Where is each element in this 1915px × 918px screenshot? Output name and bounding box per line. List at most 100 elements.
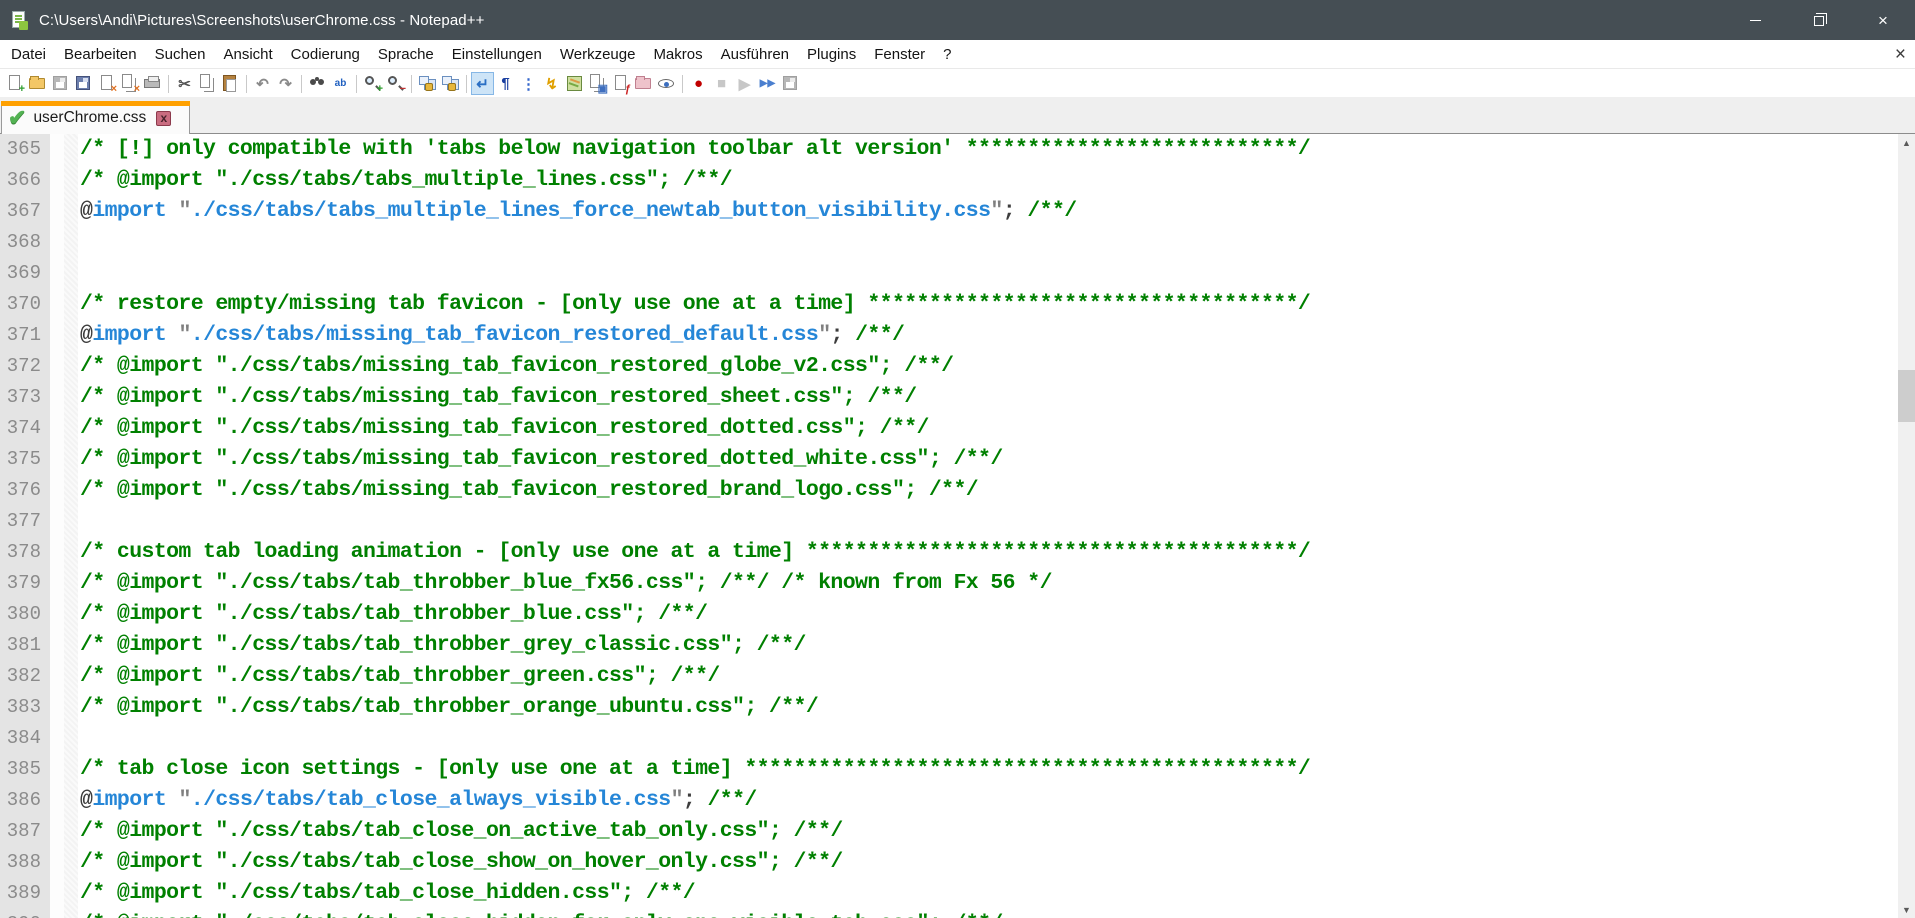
menu-item-datei[interactable]: Datei (2, 40, 55, 69)
code-line-379[interactable]: 379/* @import "./css/tabs/tab_throbber_b… (0, 568, 1898, 599)
menu-item-suchen[interactable]: Suchen (146, 40, 215, 69)
menu-item-einstellungen[interactable]: Einstellungen (443, 40, 551, 69)
user-defined-language-icon[interactable]: ↯ (541, 73, 562, 94)
macro-stop-icon[interactable]: ■ (711, 73, 732, 94)
undo-icon[interactable]: ↶ (252, 73, 273, 94)
menu-item-ansicht[interactable]: Ansicht (214, 40, 281, 69)
code-line-368[interactable]: 368 (0, 227, 1898, 258)
line-number: 382 (0, 661, 50, 692)
tab-userchrome-css[interactable]: ✔ userChrome.css x (1, 101, 190, 134)
toolbar-separator (682, 75, 683, 93)
code-line-373[interactable]: 373/* @import "./css/tabs/missing_tab_fa… (0, 382, 1898, 413)
menu-item-makros[interactable]: Makros (644, 40, 711, 69)
menu-item-codierung[interactable]: Codierung (282, 40, 369, 69)
menu-item-bearbeiten[interactable]: Bearbeiten (55, 40, 146, 69)
code-line-388[interactable]: 388/* @import "./css/tabs/tab_close_show… (0, 847, 1898, 878)
open-file-icon[interactable] (27, 73, 48, 94)
line-number: 381 (0, 630, 50, 661)
code-line-387[interactable]: 387/* @import "./css/tabs/tab_close_on_a… (0, 816, 1898, 847)
code-line-390[interactable]: 390/* @import "./css/tabs/tab_close_hidd… (0, 909, 1898, 918)
print-icon[interactable] (142, 73, 163, 94)
tab-label: userChrome.css (33, 109, 146, 127)
line-number: 368 (0, 227, 50, 258)
code-line-366[interactable]: 366/* @import "./css/tabs/tabs_multiple_… (0, 165, 1898, 196)
toolbar-separator (356, 75, 357, 93)
redo-icon[interactable]: ↷ (275, 73, 296, 94)
code-line-380[interactable]: 380/* @import "./css/tabs/tab_throbber_b… (0, 599, 1898, 630)
zoom-out-icon[interactable]: − (385, 73, 406, 94)
active-tab-accent (1, 101, 190, 106)
menu-item-fenster[interactable]: Fenster (865, 40, 934, 69)
function-list-icon[interactable]: ƒ (610, 73, 631, 94)
close-all-documents-icon[interactable]: × (119, 73, 140, 94)
menu-item-?[interactable]: ? (934, 40, 960, 69)
code-line-372[interactable]: 372/* @import "./css/tabs/missing_tab_fa… (0, 351, 1898, 382)
folder-as-workspace-icon[interactable] (633, 73, 654, 94)
doc-switcher-icon[interactable]: ▣ (587, 73, 608, 94)
menubar-close-document-icon[interactable]: × (1895, 45, 1906, 64)
copy-icon[interactable] (197, 73, 218, 94)
close-button[interactable]: × (1851, 0, 1915, 40)
paste-icon[interactable] (220, 73, 241, 94)
show-all-characters-icon[interactable]: ¶ (495, 73, 516, 94)
replace-icon[interactable]: ab (330, 73, 351, 94)
cut-icon[interactable]: ✂ (174, 73, 195, 94)
word-wrap-icon[interactable]: ↵ (472, 73, 493, 94)
macro-record-icon[interactable]: ● (688, 73, 709, 94)
code-line-382[interactable]: 382/* @import "./css/tabs/tab_throbber_g… (0, 661, 1898, 692)
new-file-icon[interactable]: + (4, 73, 25, 94)
code-line-367[interactable]: 367@import "./css/tabs/tabs_multiple_lin… (0, 196, 1898, 227)
monitoring-icon[interactable] (656, 73, 677, 94)
tab-close-icon[interactable]: x (156, 111, 171, 126)
title-bar: C:\Users\Andi\Pictures\Screenshots\userC… (0, 0, 1915, 40)
scrollbar-thumb[interactable] (1898, 370, 1915, 422)
code-line-375[interactable]: 375/* @import "./css/tabs/missing_tab_fa… (0, 444, 1898, 475)
menu-item-sprache[interactable]: Sprache (369, 40, 443, 69)
saved-check-icon: ✔ (8, 108, 26, 128)
line-number: 369 (0, 258, 50, 289)
code-line-389[interactable]: 389/* @import "./css/tabs/tab_close_hidd… (0, 878, 1898, 909)
macro-save-icon[interactable] (780, 73, 801, 94)
menu-item-ausfhren[interactable]: Ausführen (712, 40, 798, 69)
code-line-365[interactable]: 365/* [!] only compatible with 'tabs bel… (0, 134, 1898, 165)
macro-playback-icon[interactable]: ▶ (734, 73, 755, 94)
close-document-icon[interactable]: × (96, 73, 117, 94)
code-line-377[interactable]: 377 (0, 506, 1898, 537)
line-number: 365 (0, 134, 50, 165)
minimize-button[interactable] (1723, 0, 1787, 40)
code-lines[interactable]: 365/* [!] only compatible with 'tabs bel… (0, 134, 1898, 918)
line-number: 370 (0, 289, 50, 320)
find-icon[interactable] (307, 73, 328, 94)
sync-horizontal-scrolling-icon[interactable] (440, 73, 461, 94)
scroll-up-arrow-icon[interactable]: ▲ (1898, 134, 1915, 151)
sync-vertical-scrolling-icon[interactable] (417, 73, 438, 94)
line-number: 377 (0, 506, 50, 537)
zoom-in-icon[interactable]: + (362, 73, 383, 94)
code-line-378[interactable]: 378/* custom tab loading animation - [on… (0, 537, 1898, 568)
code-line-386[interactable]: 386@import "./css/tabs/tab_close_always_… (0, 785, 1898, 816)
show-indent-guide-icon[interactable]: ⋮ (518, 73, 539, 94)
code-line-374[interactable]: 374/* @import "./css/tabs/missing_tab_fa… (0, 413, 1898, 444)
code-line-384[interactable]: 384 (0, 723, 1898, 754)
code-line-383[interactable]: 383/* @import "./css/tabs/tab_throbber_o… (0, 692, 1898, 723)
code-line-371[interactable]: 371@import "./css/tabs/missing_tab_favic… (0, 320, 1898, 351)
save-icon[interactable] (50, 73, 71, 94)
code-line-370[interactable]: 370/* restore empty/missing tab favicon … (0, 289, 1898, 320)
save-all-icon[interactable] (73, 73, 94, 94)
macro-run-multiple-icon[interactable]: ▶▶ (757, 73, 778, 94)
scroll-down-arrow-icon[interactable]: ▼ (1898, 901, 1915, 918)
code-line-385[interactable]: 385/* tab close icon settings - [only us… (0, 754, 1898, 785)
vertical-scrollbar[interactable]: ▲ ▼ (1898, 134, 1915, 918)
notepadpp-app-icon (9, 10, 29, 30)
code-line-376[interactable]: 376/* @import "./css/tabs/missing_tab_fa… (0, 475, 1898, 506)
maximize-restore-button[interactable] (1787, 0, 1851, 40)
line-number: 388 (0, 847, 50, 878)
menu-item-plugins[interactable]: Plugins (798, 40, 865, 69)
line-number: 378 (0, 537, 50, 568)
code-line-381[interactable]: 381/* @import "./css/tabs/tab_throbber_g… (0, 630, 1898, 661)
code-line-369[interactable]: 369 (0, 258, 1898, 289)
line-number: 380 (0, 599, 50, 630)
document-map-icon[interactable] (564, 73, 585, 94)
menu-item-werkzeuge[interactable]: Werkzeuge (551, 40, 645, 69)
editor-area[interactable]: 365/* [!] only compatible with 'tabs bel… (0, 134, 1915, 918)
